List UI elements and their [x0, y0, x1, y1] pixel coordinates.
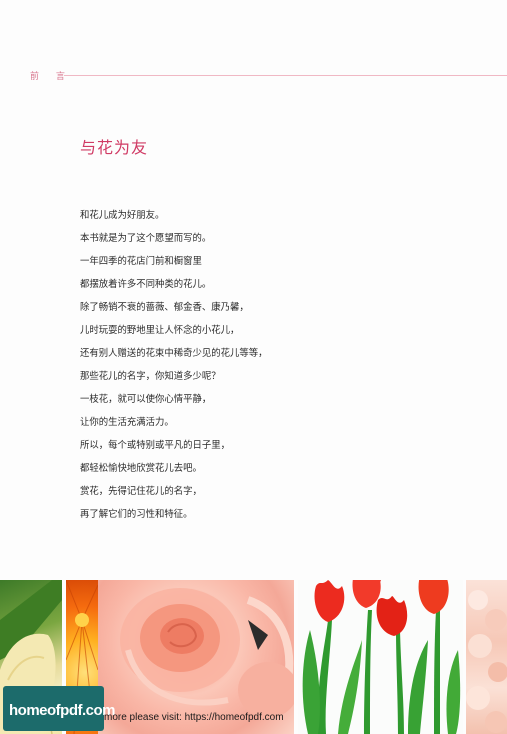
body-line: 赏花，先得记住花儿的名字，	[80, 486, 202, 497]
body-line: 一年四季的花店门前和橱窗里	[80, 256, 202, 267]
cherry-blossom-photo	[466, 580, 507, 734]
body-line: 和花儿成为好朋友。	[80, 210, 165, 221]
logo-text: homeofpdf.com	[9, 702, 116, 719]
footer-visit-link[interactable]: more please visit: https://homeofpdf.com	[104, 712, 284, 723]
body-line: 让你的生活充满活力。	[80, 417, 174, 428]
body-line: 那些花儿的名字，你知道多少呢？	[80, 371, 221, 382]
body-text: 和花儿成为好朋友。 本书就是为了这个愿望而写的。 一年四季的花店门前和橱窗里 都…	[80, 208, 268, 530]
body-line: 一枝花，就可以使你心情平静，	[80, 394, 212, 405]
header-rule	[64, 75, 507, 76]
body-line: 还有别人赠送的花束中稀奇少见的花儿等等，	[80, 348, 268, 359]
body-line: 除了畅销不衰的蔷薇、郁金香、康乃馨，	[80, 302, 249, 313]
rose-photo	[98, 580, 294, 734]
body-line: 再了解它们的习性和特征。	[80, 509, 193, 520]
body-line: 本书就是为了这个愿望而写的。	[80, 233, 212, 244]
body-line: 儿时玩耍的野地里让人怀念的小花儿，	[80, 325, 240, 336]
body-line: 都摆放着许多不同种类的花儿。	[80, 279, 212, 290]
book-page: 前 言 与花为友 和花儿成为好朋友。 本书就是为了这个愿望而写的。 一年四季的花…	[0, 0, 507, 734]
page-title: 与花为友	[80, 138, 149, 157]
body-line: 都轻松愉快地欣赏花儿去吧。	[80, 463, 202, 474]
tulip-photo	[298, 580, 463, 734]
body-line: 所以，每个或特别或平凡的日子里，	[80, 440, 231, 451]
